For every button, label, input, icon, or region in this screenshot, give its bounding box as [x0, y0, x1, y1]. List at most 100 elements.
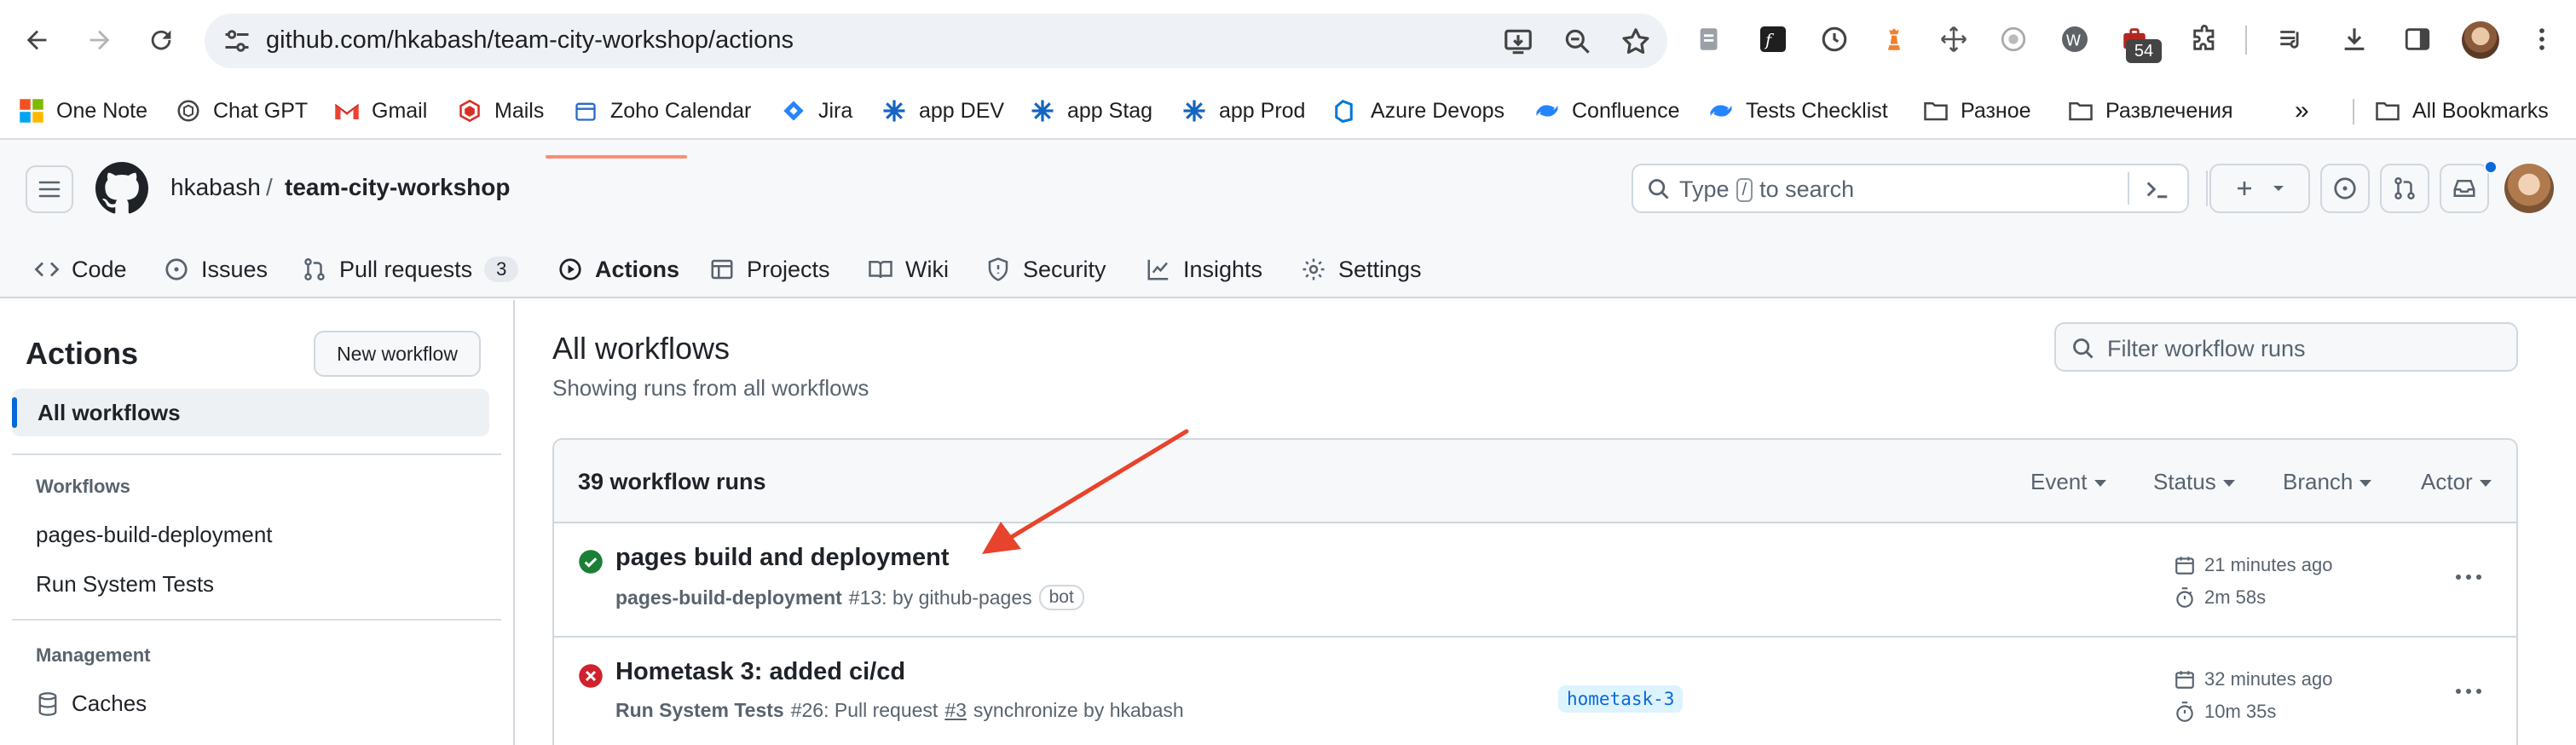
all-bookmarks-button[interactable]: All Bookmarks [2375, 94, 2549, 128]
bookmark-app-stag[interactable]: app Stag [1030, 94, 1152, 128]
command-palette-icon[interactable] [2145, 177, 2170, 201]
chatgpt-icon [176, 98, 201, 124]
back-button[interactable] [14, 17, 60, 63]
dropdown-label: Event [2030, 469, 2088, 494]
branch-filter-dropdown[interactable]: Branch [2283, 469, 2371, 495]
w-extension-icon[interactable]: W [2058, 22, 2092, 56]
bookmark-azure-devops[interactable]: Azure Devops [1333, 94, 1505, 128]
bookmark-label: Gmail [372, 98, 428, 123]
search-input[interactable]: Type / to search [1632, 164, 2189, 213]
tab-issues[interactable]: Issues [164, 240, 268, 298]
profile-avatar[interactable] [2462, 21, 2499, 59]
bookmark-tests-checklist[interactable]: Tests Checklist [1708, 94, 1888, 128]
pull-requests-button[interactable] [2380, 164, 2429, 213]
all-bookmarks-label: All Bookmarks [2412, 98, 2549, 123]
sidebar-item-pages-build-deployment[interactable]: pages-build-deployment [36, 522, 273, 548]
event-filter-dropdown[interactable]: Event [2030, 469, 2106, 495]
table-row[interactable]: pages build and deployment pages-build-d… [554, 523, 2516, 638]
bookmark-gmail[interactable]: Gmail [334, 94, 427, 128]
tab-security[interactable]: Security [985, 240, 1106, 298]
bookmark-confluence[interactable]: Confluence [1534, 94, 1679, 128]
bookmark-folder-fun[interactable]: Развлечения [2068, 94, 2233, 128]
side-panel-icon[interactable] [2400, 22, 2434, 56]
breadcrumb-separator: / [266, 174, 273, 200]
microsoft-icon [19, 98, 44, 124]
run-menu-button[interactable] [2452, 564, 2486, 590]
new-workflow-button[interactable]: New workflow [314, 331, 481, 377]
bookmark-label: One Note [56, 98, 148, 123]
pdf-extension-icon[interactable] [1693, 22, 1727, 56]
status-filter-dropdown[interactable]: Status [2153, 469, 2235, 495]
svg-text:W: W [2066, 32, 2082, 50]
issues-button[interactable] [2320, 164, 2370, 213]
pull-request-link[interactable]: #3 [944, 699, 967, 722]
formula-extension-icon[interactable]: f [1756, 22, 1790, 56]
tab-actions[interactable]: Actions [557, 240, 679, 298]
bookmark-label: Tests Checklist [1746, 98, 1888, 123]
filter-runs-input[interactable]: Filter workflow runs [2054, 322, 2518, 372]
extensions-puzzle-icon[interactable] [2187, 22, 2221, 56]
tab-pull-requests[interactable]: Pull requests 3 [302, 240, 519, 298]
code-icon [34, 262, 60, 277]
tab-label: Wiki [905, 256, 949, 282]
tab-projects[interactable]: Projects [709, 240, 830, 298]
sidebar-item-all-workflows[interactable]: All workflows [12, 389, 489, 436]
bookmark-app-prod[interactable]: app Prod [1181, 94, 1305, 128]
search-suffix: to search [1759, 176, 1855, 202]
user-avatar[interactable] [2504, 164, 2554, 213]
notification-indicator [2484, 160, 2498, 174]
kebab-menu-icon[interactable] [2525, 22, 2559, 56]
bookmark-chat-gpt[interactable]: Chat GPT [176, 94, 308, 128]
branch-badge[interactable]: hometask-3 [1558, 685, 1684, 713]
github-logo-icon[interactable] [95, 162, 148, 215]
sidebar-item-run-system-tests[interactable]: Run System Tests [36, 571, 214, 598]
media-control-icon[interactable] [2274, 22, 2308, 56]
repo-owner-link[interactable]: hkabash [170, 174, 261, 201]
tab-code[interactable]: Code [34, 240, 127, 298]
azure-devops-icon [1333, 98, 1359, 124]
run-title-link[interactable]: Hometask 3: added ci/cd [615, 658, 905, 686]
folder-icon [2068, 98, 2094, 124]
bookmark-label: Mails [494, 98, 545, 123]
table-row[interactable]: Hometask 3: added ci/cd Run System Tests… [554, 638, 2516, 745]
bookmark-app-dev[interactable]: app DEV [881, 94, 1004, 128]
sidebar-item-caches[interactable]: Caches [36, 690, 147, 717]
inbox-button[interactable] [2440, 164, 2489, 213]
extension-badge: 54 [2126, 39, 2162, 63]
site-settings-icon[interactable] [222, 26, 252, 56]
bookmark-mails[interactable]: Mails [457, 94, 544, 128]
tab-label: Projects [747, 256, 830, 282]
tab-label: Pull requests [339, 256, 473, 282]
zoom-icon[interactable] [1562, 26, 1594, 58]
tab-label: Actions [595, 256, 680, 282]
menu-button[interactable] [26, 165, 73, 213]
url-text[interactable]: github.com/hkabash/team-city-workshop/ac… [266, 26, 794, 55]
chess-extension-icon[interactable] [1877, 22, 1911, 56]
move-extension-icon[interactable] [1937, 22, 1971, 56]
bookmark-folder-misc[interactable]: Разное [1923, 94, 2031, 128]
bookmarks-overflow-button[interactable]: » [2295, 94, 2309, 128]
repo-name-link[interactable]: team-city-workshop [285, 174, 511, 201]
reload-button[interactable] [138, 17, 184, 63]
tab-insights[interactable]: Insights [1146, 240, 1262, 298]
tab-settings[interactable]: Settings [1301, 240, 1422, 298]
download-icon[interactable] [2337, 22, 2371, 56]
sidebar-title: Actions [26, 336, 139, 371]
bookmark-star-icon[interactable] [1620, 26, 1652, 58]
create-new-button[interactable] [2209, 164, 2310, 213]
bookmark-zoho-calendar[interactable]: Zoho Calendar [573, 94, 751, 128]
run-time-text: 21 minutes ago [2204, 554, 2333, 575]
address-bar[interactable]: github.com/hkabash/team-city-workshop/ac… [205, 14, 1667, 68]
tab-wiki[interactable]: Wiki [868, 240, 949, 298]
bookmark-jira[interactable]: Jira [781, 94, 852, 128]
forward-button[interactable] [77, 17, 123, 63]
actor-filter-dropdown[interactable]: Actor [2421, 469, 2492, 495]
history-extension-icon[interactable] [1817, 22, 1851, 56]
bookmark-one-note[interactable]: One Note [19, 94, 147, 128]
mail-icon [457, 98, 482, 124]
bookmarks-separator [2353, 99, 2354, 124]
install-app-icon[interactable] [1502, 26, 1534, 58]
run-menu-button[interactable] [2452, 679, 2486, 704]
capture-extension-icon[interactable] [1996, 22, 2030, 56]
run-title-link[interactable]: pages build and deployment [615, 544, 950, 572]
